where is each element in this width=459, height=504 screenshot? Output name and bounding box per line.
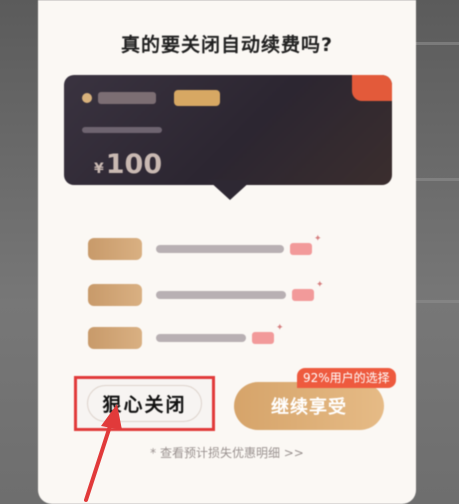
red-arrow-icon [84,404,122,502]
